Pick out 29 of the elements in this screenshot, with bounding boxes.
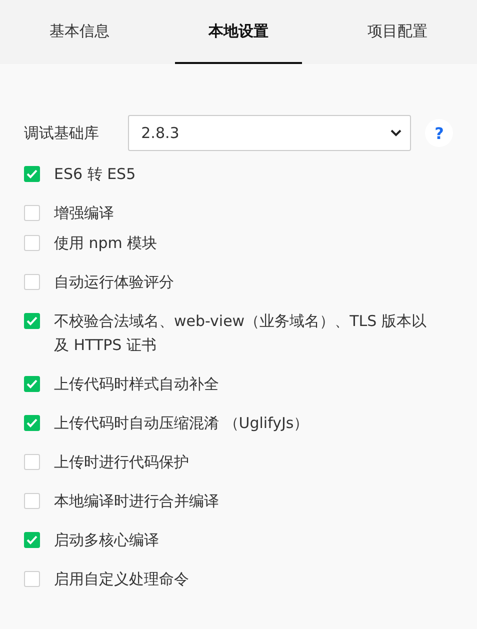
tab[interactable]: 项目配置 — [334, 0, 461, 64]
checkbox[interactable] — [24, 313, 40, 329]
checkbox[interactable] — [24, 376, 40, 392]
option-label: 上传代码时样式自动补全 — [54, 374, 219, 395]
tab[interactable]: 基本信息 — [16, 0, 143, 64]
checkbox[interactable] — [24, 166, 40, 182]
option-label: 使用 npm 模块 — [54, 233, 158, 254]
option-label: ES6 转 ES5 — [54, 164, 136, 185]
option-label: 启动多核心编译 — [54, 530, 159, 551]
option-label: 本地编译时进行合并编译 — [54, 491, 219, 512]
checkbox[interactable] — [24, 571, 40, 587]
library-label: 调试基础库 — [24, 124, 100, 142]
option-label: 自动运行体验评分 — [54, 272, 174, 293]
help-button[interactable]: ? — [425, 119, 453, 147]
checkbox[interactable] — [24, 493, 40, 509]
checkbox[interactable] — [24, 235, 40, 251]
caret-icon — [390, 129, 402, 137]
tab[interactable]: 本地设置 — [175, 0, 302, 64]
option-label: 增强编译 — [54, 203, 114, 224]
checkbox[interactable] — [24, 454, 40, 470]
checkbox[interactable] — [24, 274, 40, 290]
option-label: 上传时进行代码保护 — [54, 452, 189, 473]
checkbox[interactable] — [24, 415, 40, 431]
option-label: 启用自定义处理命令 — [54, 569, 189, 590]
checkbox[interactable] — [24, 205, 40, 221]
checkbox[interactable] — [24, 532, 40, 548]
option-label: 不校验合法域名、web-view（业务域名）、TLS 版本以及 HTTPS 证书 — [54, 311, 428, 356]
option-label: 上传代码时自动压缩混淆 （UglifyJs） — [54, 413, 309, 434]
library-select[interactable]: 2.8.3 — [128, 115, 412, 151]
